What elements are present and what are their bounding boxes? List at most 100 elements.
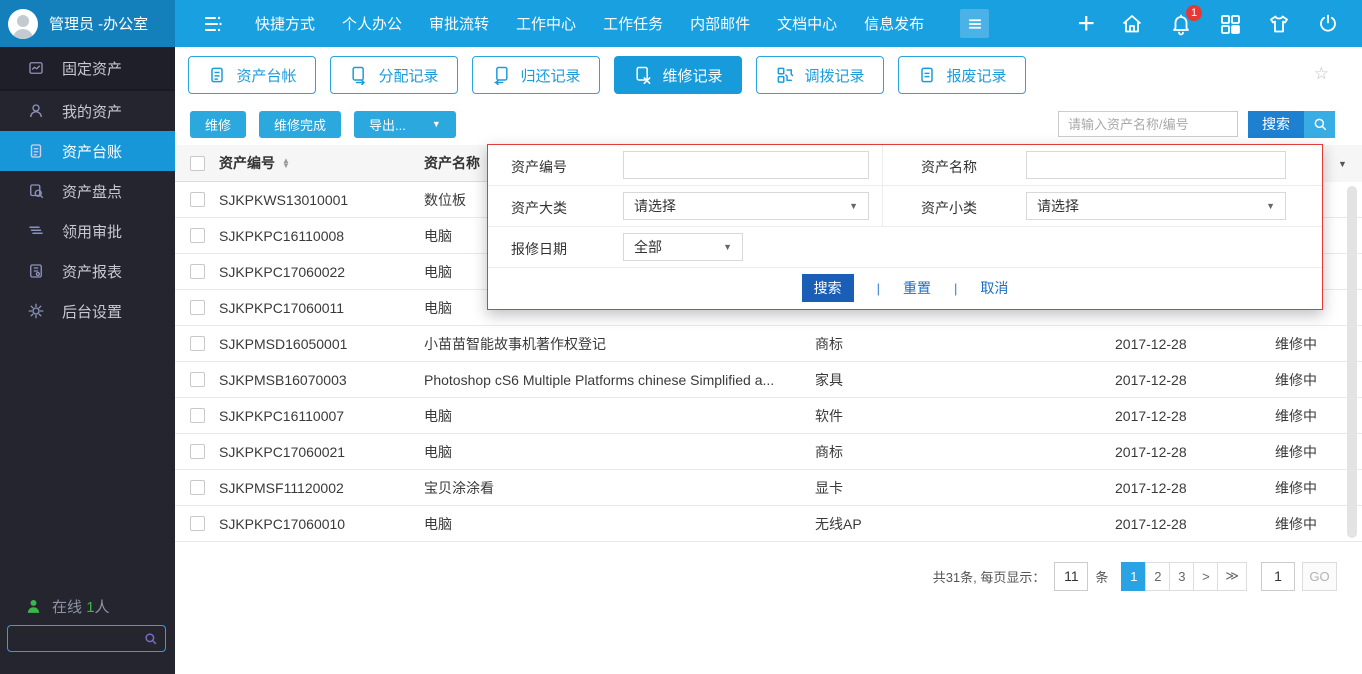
online-status: 在线 1人 bbox=[25, 596, 110, 617]
repair-done-button[interactable]: 维修完成 bbox=[259, 110, 342, 138]
search-magnifier-icon[interactable] bbox=[1304, 110, 1335, 138]
row-checkbox[interactable] bbox=[190, 408, 205, 423]
page-button-2[interactable]: 2 bbox=[1145, 561, 1171, 591]
table-row[interactable]: SJKPKPC17060021 电脑 商标 2017-12-28 维修中 bbox=[175, 434, 1362, 470]
sidebar-search-box bbox=[7, 625, 166, 652]
table-row[interactable]: SJKPKPC17060010 电脑 无线AP 2017-12-28 维修中 bbox=[175, 506, 1362, 542]
sidebar-item-label: 资产盘点 bbox=[62, 183, 123, 201]
power-icon[interactable] bbox=[1316, 12, 1340, 36]
page-jump-input[interactable] bbox=[1261, 561, 1295, 591]
quick-search-input[interactable] bbox=[1058, 111, 1238, 137]
topnav-item-1[interactable]: 个人办公 bbox=[342, 13, 402, 34]
go-button[interactable]: GO bbox=[1302, 561, 1337, 591]
tab-3[interactable]: 维修记录 bbox=[614, 56, 742, 94]
cell-code: SJKPKPC16110008 bbox=[219, 227, 345, 244]
sidebar-item-5[interactable]: 资产报表 bbox=[0, 251, 175, 291]
cell-date: 2017-12-28 bbox=[1115, 515, 1187, 532]
row-checkbox[interactable] bbox=[190, 516, 205, 531]
notifications-bell-icon[interactable]: 1 bbox=[1169, 4, 1202, 36]
tab-5[interactable]: 报废记录 bbox=[898, 56, 1026, 94]
topnav-item-6[interactable]: 文档中心 bbox=[777, 13, 837, 34]
filter-reset-button[interactable]: 重置 bbox=[903, 278, 931, 298]
tab-1[interactable]: 分配记录 bbox=[330, 56, 458, 94]
cell-code: SJKPMSB16070003 bbox=[219, 371, 347, 388]
topnav-item-2[interactable]: 审批流转 bbox=[429, 13, 489, 34]
export-button[interactable]: 导出... ▼ bbox=[354, 110, 456, 138]
topnav-item-3[interactable]: 工作中心 bbox=[516, 13, 576, 34]
select-all-checkbox[interactable] bbox=[190, 155, 205, 171]
apps-grid-icon[interactable] bbox=[1218, 12, 1242, 36]
tab-4[interactable]: 调拨记录 bbox=[756, 56, 884, 94]
cell-name: 宝贝涂涂看 bbox=[424, 479, 494, 496]
chevron-down-icon: ▼ bbox=[431, 119, 441, 129]
home-icon[interactable] bbox=[1120, 12, 1144, 36]
table-row[interactable]: SJKPMSD16050001 小苗苗智能故事机著作权登记 商标 2017-12-28… bbox=[175, 326, 1362, 362]
hamburger-icon[interactable] bbox=[960, 9, 990, 38]
row-checkbox[interactable] bbox=[190, 444, 205, 459]
topnav-item-0[interactable]: 快捷方式 bbox=[255, 13, 315, 34]
tab-label: 资产台帐 bbox=[236, 67, 297, 85]
row-checkbox[interactable] bbox=[190, 192, 205, 207]
next-page-button[interactable]: > bbox=[1193, 561, 1219, 591]
row-checkbox[interactable] bbox=[190, 336, 205, 351]
filter-search-button[interactable]: 搜索 bbox=[801, 274, 854, 302]
repair-date-select[interactable]: 全部 ▼ bbox=[623, 233, 743, 261]
sidebar-item-6[interactable]: 后台设置 bbox=[0, 291, 175, 331]
tab-2[interactable]: 归还记录 bbox=[472, 56, 600, 94]
cell-code: SJKPKPC17060010 bbox=[219, 515, 346, 532]
repair-date-value: 全部 bbox=[634, 239, 662, 255]
row-checkbox[interactable] bbox=[190, 300, 205, 315]
last-page-button[interactable]: ≫ bbox=[1217, 561, 1247, 591]
sidebar-item-label: 领用审批 bbox=[62, 223, 123, 241]
sidebar-item-2[interactable]: 资产台账 bbox=[0, 131, 175, 171]
table-row[interactable]: SJKPKPC16110007 电脑 软件 2017-12-28 维修中 bbox=[175, 398, 1362, 434]
page-size-input[interactable] bbox=[1054, 561, 1089, 591]
vertical-scrollbar[interactable] bbox=[1347, 186, 1357, 538]
add-icon[interactable]: + bbox=[1077, 8, 1095, 38]
table-row[interactable]: SJKPMSB16070003 Photoshop cS6 Multiple Pl… bbox=[175, 362, 1362, 398]
repair-button[interactable]: 维修 bbox=[190, 110, 247, 138]
topnav-item-7[interactable]: 信息发布 bbox=[864, 13, 924, 34]
quick-search-button[interactable]: 搜索 bbox=[1248, 110, 1304, 138]
asset-name-input[interactable] bbox=[1026, 151, 1286, 179]
cell-name: 小苗苗智能故事机著作权登记 bbox=[424, 335, 606, 352]
column-chooser-icon[interactable]: ▼ bbox=[1322, 145, 1362, 182]
tab-label: 报废记录 bbox=[946, 67, 1007, 85]
page-button-3[interactable]: 3 bbox=[1169, 561, 1195, 591]
tab-0[interactable]: 资产台帐 bbox=[188, 56, 316, 94]
user-avatar[interactable] bbox=[8, 8, 38, 39]
menu-collapse-icon[interactable] bbox=[201, 12, 225, 36]
filter-cancel-button[interactable]: 取消 bbox=[980, 278, 1008, 298]
page-button-1[interactable]: 1 bbox=[1121, 561, 1147, 591]
table-row[interactable]: SJKPMSF11120002 宝贝涂涂看 显卡 2017-12-28 维修中 bbox=[175, 470, 1362, 506]
shirt-icon[interactable] bbox=[1267, 12, 1291, 36]
topnav-item-4[interactable]: 工作任务 bbox=[603, 13, 663, 34]
row-checkbox[interactable] bbox=[190, 228, 205, 243]
tab-label: 分配记录 bbox=[378, 67, 439, 85]
topnav-item-5[interactable]: 内部邮件 bbox=[690, 13, 750, 34]
export-label: 导出... bbox=[369, 117, 406, 133]
cell-code: SJKPMSF11120002 bbox=[219, 479, 344, 496]
row-checkbox[interactable] bbox=[190, 264, 205, 279]
sidebar-item-3[interactable]: 资产盘点 bbox=[0, 171, 175, 211]
cell-date: 2017-12-28 bbox=[1115, 371, 1187, 388]
sort-icon[interactable]: ▲▼ bbox=[282, 157, 290, 170]
sidebar-search-input[interactable] bbox=[15, 631, 143, 646]
sidebar-item-0[interactable]: 固定资产 bbox=[0, 47, 175, 91]
row-checkbox[interactable] bbox=[190, 480, 205, 495]
chart-icon bbox=[27, 59, 45, 77]
sidebar-item-1[interactable]: 我的资产 bbox=[0, 91, 175, 131]
major-class-select[interactable]: 请选择 ▼ bbox=[623, 192, 869, 220]
major-class-value: 请选择 bbox=[634, 198, 676, 214]
doc-return-icon bbox=[491, 65, 511, 85]
favorite-star-icon[interactable]: ☆ bbox=[1314, 64, 1329, 84]
cell-code: SJKPKWS13010001 bbox=[219, 191, 349, 208]
minor-class-select[interactable]: 请选择 ▼ bbox=[1026, 192, 1286, 220]
gear-icon bbox=[27, 302, 45, 320]
doc-tool-icon bbox=[633, 65, 653, 85]
asset-code-input[interactable] bbox=[623, 151, 869, 179]
sidebar-item-4[interactable]: 领用审批 bbox=[0, 211, 175, 251]
row-checkbox[interactable] bbox=[190, 372, 205, 387]
record-tabs: 资产台帐 分配记录 归还记录 维修记录 调拨记录 报废记录 ☆ bbox=[175, 47, 1362, 103]
sidebar-search-icon[interactable] bbox=[143, 631, 158, 646]
